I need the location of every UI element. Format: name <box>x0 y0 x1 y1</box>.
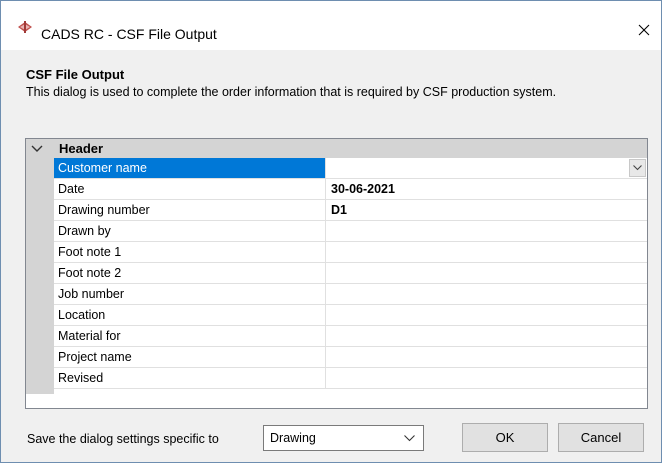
property-name: Customer name <box>54 158 326 178</box>
property-value-foot-note-1[interactable] <box>326 242 647 262</box>
property-value-drawing-number[interactable]: D1 <box>326 200 647 220</box>
close-button[interactable] <box>627 15 661 45</box>
property-value-drawn-by[interactable] <box>326 221 647 241</box>
property-value-job-number[interactable] <box>326 284 647 304</box>
property-row-foot-note-1[interactable]: Foot note 1 <box>54 242 647 263</box>
property-name: Material for <box>54 326 326 346</box>
property-row-job-number[interactable]: Job number <box>54 284 647 305</box>
dialog-window: CADS RC - CSF File Output CSF File Outpu… <box>0 0 662 463</box>
chevron-down-icon <box>404 435 415 442</box>
property-value-date[interactable]: 30-06-2021 <box>326 179 647 199</box>
dialog-description: This dialog is used to complete the orde… <box>26 85 557 99</box>
property-grid[interactable]: Header Customer name Date 30-06-2021 Dra… <box>25 138 648 409</box>
grid-gutter <box>26 158 54 394</box>
property-row-material-for[interactable]: Material for <box>54 326 647 347</box>
property-value-material-for[interactable] <box>326 326 647 346</box>
property-row-date[interactable]: Date 30-06-2021 <box>54 179 647 200</box>
property-name: Location <box>54 305 326 325</box>
window-title: CADS RC - CSF File Output <box>41 26 217 42</box>
property-name: Revised <box>54 368 326 388</box>
dialog-heading: CSF File Output <box>26 67 125 82</box>
property-value-location[interactable] <box>326 305 647 325</box>
property-name: Job number <box>54 284 326 304</box>
chevron-down-icon <box>633 165 642 171</box>
cads-app-icon <box>18 21 32 33</box>
save-scope-dropdown[interactable]: Drawing <box>263 425 424 451</box>
property-row-customer-name[interactable]: Customer name <box>54 158 647 179</box>
cancel-button[interactable]: Cancel <box>558 423 644 452</box>
property-name: Date <box>54 179 326 199</box>
property-row-drawn-by[interactable]: Drawn by <box>54 221 647 242</box>
category-label: Header <box>59 141 104 156</box>
property-row-location[interactable]: Location <box>54 305 647 326</box>
property-row-project-name[interactable]: Project name <box>54 347 647 368</box>
property-row-revised[interactable]: Revised <box>54 368 647 389</box>
save-scope-label: Save the dialog settings specific to <box>27 432 219 446</box>
customer-name-dropdown-button[interactable] <box>629 159 646 177</box>
property-value-foot-note-2[interactable] <box>326 263 647 283</box>
property-value-customer-name[interactable] <box>326 158 647 178</box>
property-name: Foot note 1 <box>54 242 326 262</box>
property-name: Drawing number <box>54 200 326 220</box>
property-name: Drawn by <box>54 221 326 241</box>
property-name: Foot note 2 <box>54 263 326 283</box>
title-bar: CADS RC - CSF File Output <box>1 1 661 50</box>
save-scope-selected-value: Drawing <box>270 431 316 445</box>
property-row-drawing-number[interactable]: Drawing number D1 <box>54 200 647 221</box>
chevron-down-icon[interactable] <box>31 143 43 153</box>
close-icon <box>638 24 650 36</box>
property-value-revised[interactable] <box>326 368 647 388</box>
property-value-project-name[interactable] <box>326 347 647 367</box>
category-row-header[interactable]: Header <box>26 139 647 158</box>
property-name: Project name <box>54 347 326 367</box>
property-row-foot-note-2[interactable]: Foot note 2 <box>54 263 647 284</box>
ok-button[interactable]: OK <box>462 423 548 452</box>
